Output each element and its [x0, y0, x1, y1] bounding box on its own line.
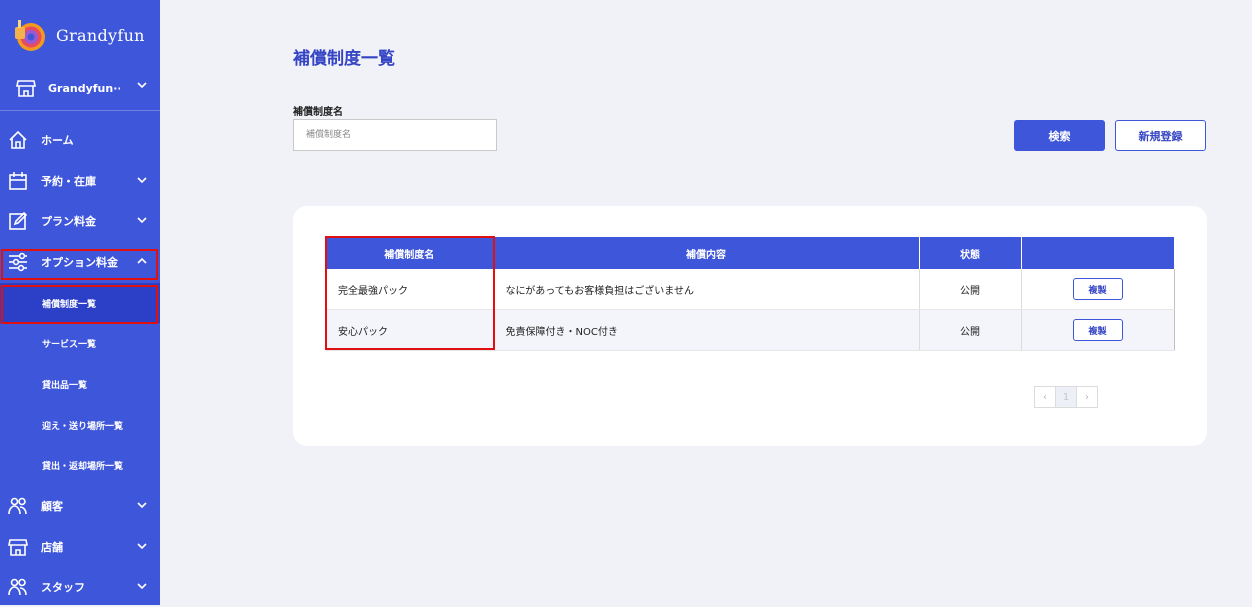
sidebar-subitem-pickup-location[interactable]: 迎え・送り場所一覧 — [0, 405, 160, 445]
chevron-down-icon — [137, 176, 147, 184]
cell-name: 完全最強パック — [326, 269, 494, 310]
sidebar-subitem-label: サービス一覧 — [42, 339, 97, 350]
cell-content: なにがあってもお客様負担はございません — [493, 269, 920, 310]
table-header-row: 補償制度名 補償内容 状態 — [326, 237, 1174, 269]
sidebar-item-customer[interactable]: 顧客 — [0, 486, 160, 526]
users-icon — [7, 495, 29, 517]
store-icon — [7, 536, 29, 558]
pagination-prev-button[interactable]: ‹ — [1034, 386, 1056, 408]
sidebar-item-option[interactable]: オプション料金 — [0, 242, 160, 282]
chevron-down-icon — [137, 501, 147, 509]
cell-action: 複製 — [1021, 309, 1175, 351]
pagination-next-button[interactable]: › — [1076, 386, 1098, 408]
cell-status: 公開 — [919, 269, 1022, 310]
sidebar-item-store[interactable]: 店舗 — [0, 527, 160, 567]
sidebar-item-label: ホーム — [41, 134, 74, 147]
table-row[interactable]: 安心パック 免責保障付き・NOC付き 公開 複製 — [326, 309, 1175, 351]
sidebar-item-label: オプション料金 — [41, 256, 118, 269]
sidebar-subitem-label: 貸出・返却場所一覧 — [42, 461, 124, 472]
sidebar-item-label: プラン料金 — [41, 215, 96, 228]
column-header-content[interactable]: 補償内容 — [493, 237, 920, 269]
sidebar-item-label: 予約・在庫 — [41, 175, 96, 188]
sidebar-item-label: 顧客 — [41, 500, 63, 513]
pagination-page-button[interactable]: 1 — [1055, 386, 1077, 408]
sidebar-subitem-label: 迎え・送り場所一覧 — [42, 421, 124, 432]
sidebar-item-label: スタッフ — [41, 581, 85, 594]
store-name: Grandyfun··· — [48, 81, 120, 95]
sidebar-item-label: 店舗 — [41, 541, 63, 554]
page-title: 補償制度一覧 — [293, 49, 395, 69]
column-header-action — [1021, 237, 1174, 269]
calendar-icon — [7, 170, 29, 192]
sidebar-item-plan[interactable]: プラン料金 — [0, 201, 160, 241]
chevron-down-icon — [137, 542, 147, 550]
search-button[interactable]: 検索 — [1014, 120, 1105, 151]
chevron-down-icon — [137, 582, 147, 590]
cell-content: 免責保障付き・NOC付き — [493, 309, 920, 351]
sidebar-subitem-return-location[interactable]: 貸出・返却場所一覧 — [0, 445, 160, 485]
sidebar-subitem-label: 補償制度一覧 — [42, 299, 97, 310]
search-input[interactable] — [293, 119, 497, 151]
store-selector[interactable]: Grandyfun··· — [0, 66, 160, 111]
chevron-down-icon — [137, 216, 147, 224]
sidebar-item-reservation[interactable]: 予約・在庫 — [0, 161, 160, 201]
column-header-name[interactable]: 補償制度名 — [326, 237, 494, 269]
chevron-down-icon — [137, 81, 147, 89]
sidebar: Grandyfun Grandyfun··· ホーム 予約・在庫 プラン料金 オ… — [0, 0, 160, 605]
home-icon — [7, 129, 29, 151]
users-icon — [7, 576, 29, 598]
search-label: 補償制度名 — [293, 107, 343, 118]
sidebar-item-home[interactable]: ホーム — [0, 120, 160, 160]
column-header-status[interactable]: 状態 — [919, 237, 1022, 269]
sidebar-item-staff[interactable]: スタッフ — [0, 567, 160, 607]
sidebar-subitem-service[interactable]: サービス一覧 — [0, 323, 160, 363]
cell-status: 公開 — [919, 309, 1022, 351]
sidebar-subitem-compensation[interactable]: 補償制度一覧 — [0, 283, 160, 323]
logo[interactable]: Grandyfun — [12, 18, 145, 52]
brand-name: Grandyfun — [56, 25, 145, 45]
copy-button[interactable]: 複製 — [1072, 278, 1123, 300]
rainbow-logo-icon — [12, 18, 46, 52]
cell-name: 安心パック — [326, 309, 494, 351]
new-register-button[interactable]: 新規登録 — [1115, 120, 1206, 151]
sidebar-subitem-label: 貸出品一覧 — [42, 380, 88, 391]
table-row[interactable]: 完全最強パック なにがあってもお客様負担はございません 公開 複製 — [326, 269, 1175, 310]
sidebar-subitem-rental-item[interactable]: 貸出品一覧 — [0, 364, 160, 404]
compensation-table: 補償制度名 補償内容 状態 完全最強パック なにがあってもお客様負担はございませ… — [326, 237, 1175, 351]
pagination: ‹ 1 › — [1034, 386, 1098, 408]
cell-action: 複製 — [1021, 269, 1175, 310]
copy-button[interactable]: 複製 — [1072, 319, 1123, 341]
store-icon — [16, 78, 36, 98]
chevron-up-icon — [137, 257, 147, 265]
edit-icon — [7, 210, 29, 232]
sliders-icon — [7, 251, 29, 273]
